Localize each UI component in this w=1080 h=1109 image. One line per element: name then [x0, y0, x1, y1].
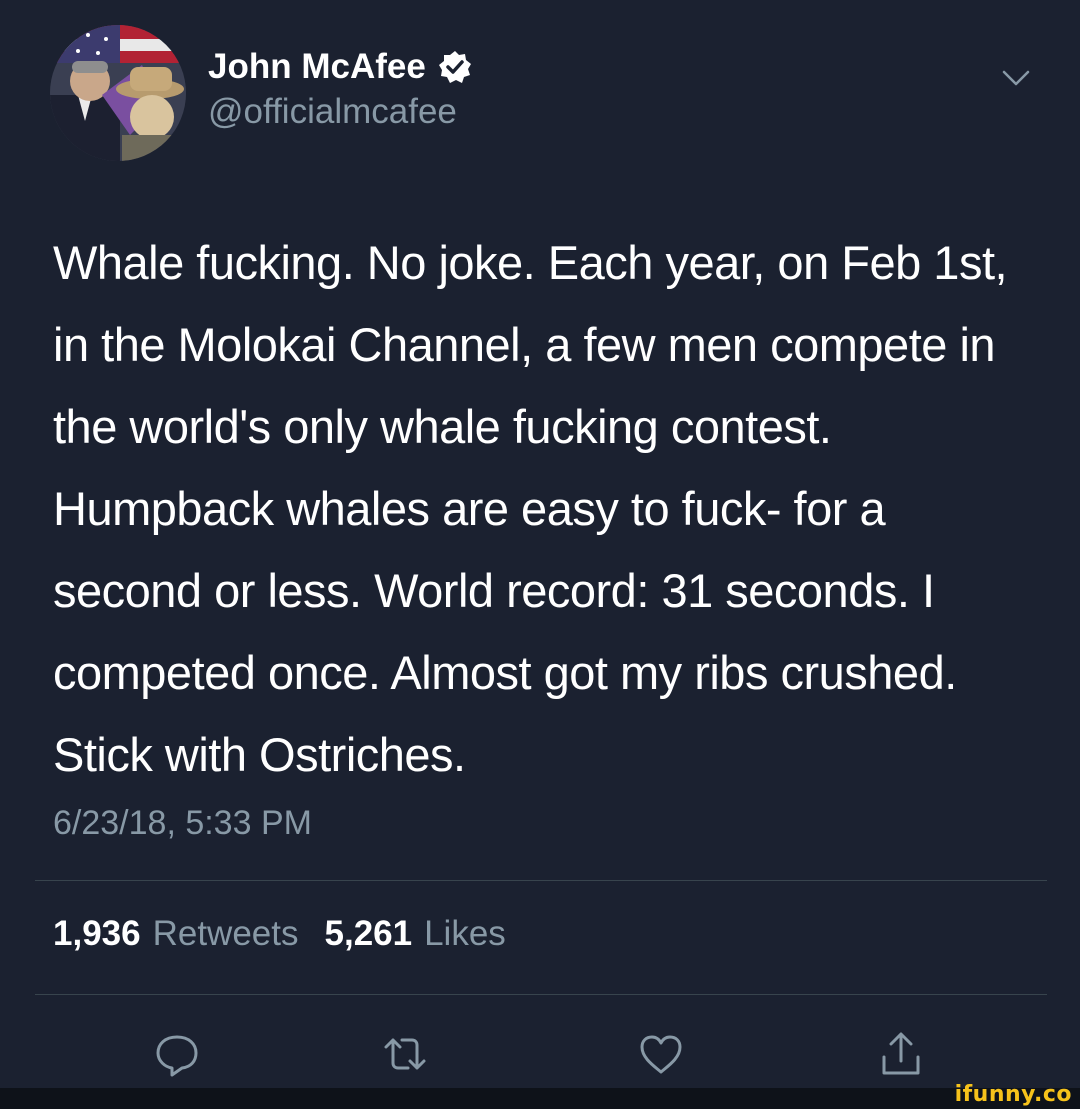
like-button[interactable] [633, 1026, 689, 1082]
tweet-text: Whale fucking. No joke. Each year, on Fe… [53, 236, 1008, 781]
retweets-label[interactable]: Retweets [153, 914, 299, 954]
reply-button[interactable] [149, 1026, 205, 1082]
tweet-stats: 1,936 Retweets 5,261 Likes [53, 914, 506, 954]
footer-bar: ifunny.co [0, 1082, 1080, 1109]
avatar[interactable] [50, 25, 186, 161]
likes-count[interactable]: 5,261 [325, 914, 413, 954]
chevron-down-icon[interactable] [996, 58, 1036, 98]
divider [35, 880, 1047, 881]
tweet-timestamp[interactable]: 6/23/18, 5:33 PM [53, 804, 312, 843]
ifunny-watermark: ifunny.co [954, 1082, 1072, 1107]
avatar-image [50, 25, 186, 161]
display-name[interactable]: John McAfee [208, 47, 426, 87]
author-handle[interactable]: @officialmcafee [208, 92, 457, 132]
share-icon [882, 1032, 920, 1075]
retweet-button[interactable] [377, 1026, 433, 1082]
retweet-icon [384, 1038, 426, 1070]
divider [35, 994, 1047, 995]
likes-label[interactable]: Likes [424, 914, 506, 954]
verified-badge-icon [438, 50, 472, 84]
heart-icon [640, 1035, 682, 1074]
author-name-row[interactable]: John McAfee [208, 44, 472, 90]
reply-icon [156, 1035, 198, 1077]
retweets-count[interactable]: 1,936 [53, 914, 141, 954]
tweet-actions [0, 1026, 1080, 1082]
share-button[interactable] [873, 1026, 929, 1082]
